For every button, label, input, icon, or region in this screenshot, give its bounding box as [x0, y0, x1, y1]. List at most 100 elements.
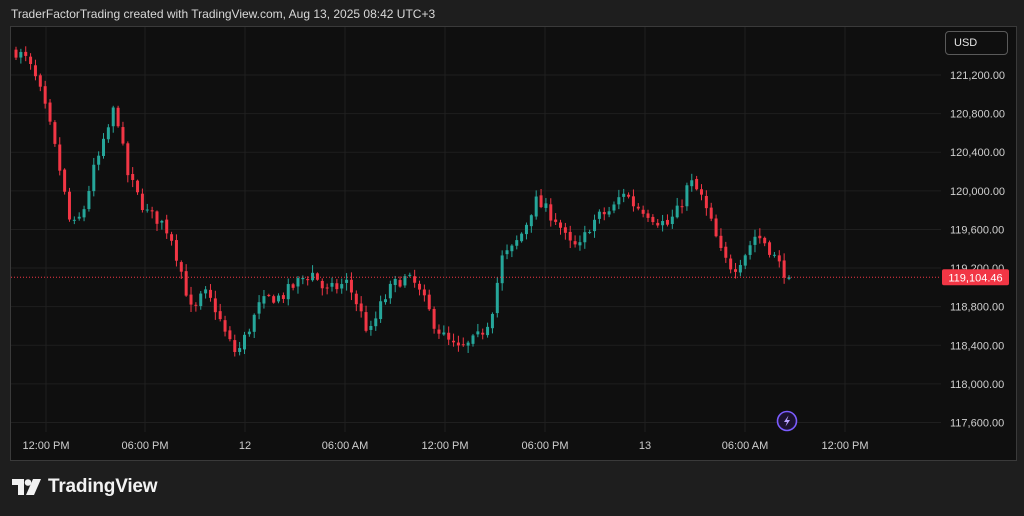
candle-body — [155, 211, 159, 224]
candle-body — [656, 222, 660, 226]
candle — [33, 59, 37, 81]
candle — [607, 206, 611, 218]
candle — [189, 286, 193, 312]
candle-body — [233, 340, 237, 353]
candle — [38, 73, 42, 92]
candle — [286, 278, 290, 306]
candle — [495, 276, 499, 318]
candle-body — [77, 216, 81, 219]
candle — [126, 141, 130, 183]
time-tick-label: 12:00 PM — [22, 440, 69, 452]
time-tick-label: 06:00 AM — [322, 440, 368, 452]
candle-body — [442, 332, 446, 335]
candle-body — [267, 294, 271, 296]
candle-body — [145, 209, 149, 211]
candle — [170, 231, 174, 246]
candle-body — [194, 304, 198, 306]
candle — [714, 214, 718, 238]
candle-body — [160, 220, 164, 223]
candle — [456, 335, 460, 352]
lightning-icon[interactable] — [776, 410, 798, 432]
candle — [272, 294, 276, 304]
candle-body — [661, 221, 665, 226]
candle-body — [622, 193, 626, 197]
candle — [486, 322, 490, 338]
candle — [291, 282, 295, 291]
candle — [422, 284, 426, 302]
candle — [782, 253, 786, 284]
candle — [476, 323, 480, 338]
candle — [281, 292, 285, 304]
candle — [738, 259, 742, 277]
candle-body — [97, 155, 101, 165]
candle-body — [398, 280, 402, 287]
candle — [150, 206, 154, 219]
candle-body — [242, 334, 246, 350]
candle-body — [636, 206, 640, 209]
candle — [437, 324, 441, 339]
candle-body — [695, 178, 699, 190]
candle — [534, 190, 538, 220]
tradingview-logo-icon — [12, 479, 41, 495]
chart-panel[interactable]: 121,200.00 120,800.00 120,400.00 120,000.00… — [10, 26, 1017, 461]
candle — [277, 293, 281, 304]
candle — [262, 289, 266, 309]
candle-body — [597, 211, 601, 219]
candle-body — [204, 289, 208, 294]
candle-body — [563, 227, 567, 233]
tradingview-branding[interactable]: TradingView — [12, 476, 158, 498]
candle — [63, 168, 67, 195]
candle — [573, 235, 577, 248]
candle-body — [102, 138, 106, 156]
candle — [612, 201, 616, 214]
candle-body — [369, 326, 373, 330]
candle-body — [82, 209, 86, 218]
candle-body — [72, 219, 76, 221]
price-chart[interactable]: 121,200.00 120,800.00 120,400.00 120,000.00… — [11, 27, 1016, 460]
candle-body — [29, 56, 33, 64]
candle-body — [544, 203, 548, 208]
candle — [111, 105, 115, 133]
price-tick-label: 118,000.00 — [950, 379, 1004, 391]
candle — [636, 203, 640, 211]
candle-body — [277, 295, 281, 302]
currency-button[interactable]: USD — [945, 31, 1008, 55]
candle — [408, 272, 412, 278]
candle — [330, 277, 334, 292]
candle-body — [714, 218, 718, 237]
candle-body — [189, 294, 193, 305]
candle — [777, 250, 781, 268]
candle-body — [602, 211, 606, 215]
candle — [758, 228, 762, 244]
candle — [768, 240, 772, 258]
candle — [481, 328, 485, 340]
time-tick-label: 12:00 PM — [821, 440, 868, 452]
candle-body — [490, 313, 494, 329]
candle-body — [641, 209, 645, 214]
candle-body — [184, 271, 188, 296]
candle — [179, 260, 183, 279]
candle-body — [335, 283, 339, 290]
candle-body — [208, 289, 212, 298]
candle-body — [116, 107, 120, 127]
candle — [160, 219, 164, 230]
candle — [97, 151, 101, 171]
candle-body — [680, 206, 684, 208]
candle — [748, 240, 752, 260]
time-tick-label: 06:00 PM — [521, 440, 568, 452]
candle — [490, 312, 494, 334]
candle — [704, 190, 708, 216]
candle-body — [748, 245, 752, 255]
candle — [349, 272, 353, 301]
candle — [335, 278, 339, 294]
candle — [413, 269, 417, 288]
candle-body — [257, 302, 261, 314]
candle — [247, 328, 251, 337]
candle — [67, 187, 71, 222]
candle-body — [515, 240, 519, 246]
candle — [14, 46, 18, 61]
candle — [383, 294, 387, 305]
candle-body — [38, 75, 42, 87]
candle-body — [719, 235, 723, 248]
candle-body — [43, 86, 47, 104]
